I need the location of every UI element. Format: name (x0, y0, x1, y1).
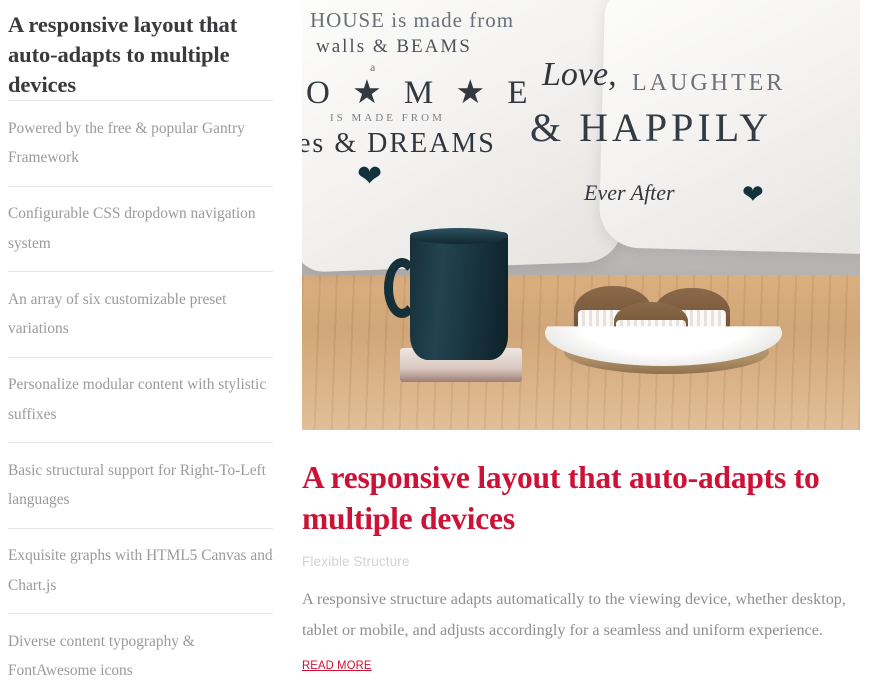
list-item: Exquisite graphs with HTML5 Canvas and C… (8, 527, 273, 614)
photo-pillow-right (598, 0, 860, 255)
read-more-link[interactable]: Read More (302, 658, 372, 672)
photo-mug-rim (410, 228, 508, 244)
list-item: Powered by the free & popular Gantry Fra… (8, 100, 273, 186)
list-item: Configurable CSS dropdown navigation sys… (8, 185, 273, 272)
photo-heart-icon-left: ❤ (357, 160, 383, 193)
page-root: A responsive layout that auto-adapts to … (0, 0, 870, 700)
article-heading: A responsive layout that auto-adapts to … (302, 460, 820, 536)
list-item: Basic structural support for Right-To-Le… (8, 442, 273, 528)
feature-photo: HOUSE is made from walls & BEAMS a O ★ M… (302, 0, 860, 430)
list-item: An array of six customizable preset vari… (8, 271, 273, 357)
feature-list: Powered by the free & popular Gantry Fra… (8, 100, 273, 699)
page-title: A responsive layout that auto-adapts to … (8, 12, 238, 97)
list-item: Personalize modular content with stylist… (8, 356, 273, 443)
photo-heart-icon-right: ❤ (742, 180, 764, 209)
article-subtitle: Flexible Structure (302, 554, 410, 569)
photo-mug (410, 232, 508, 360)
article-body-text: A responsive structure adapts automatica… (302, 590, 846, 639)
list-item: Diverse content typography & FontAwesome… (8, 613, 273, 699)
feature-list-panel: A responsive layout that auto-adapts to … (0, 0, 290, 700)
feature-article-panel: HOUSE is made from walls & BEAMS a O ★ M… (302, 0, 870, 700)
